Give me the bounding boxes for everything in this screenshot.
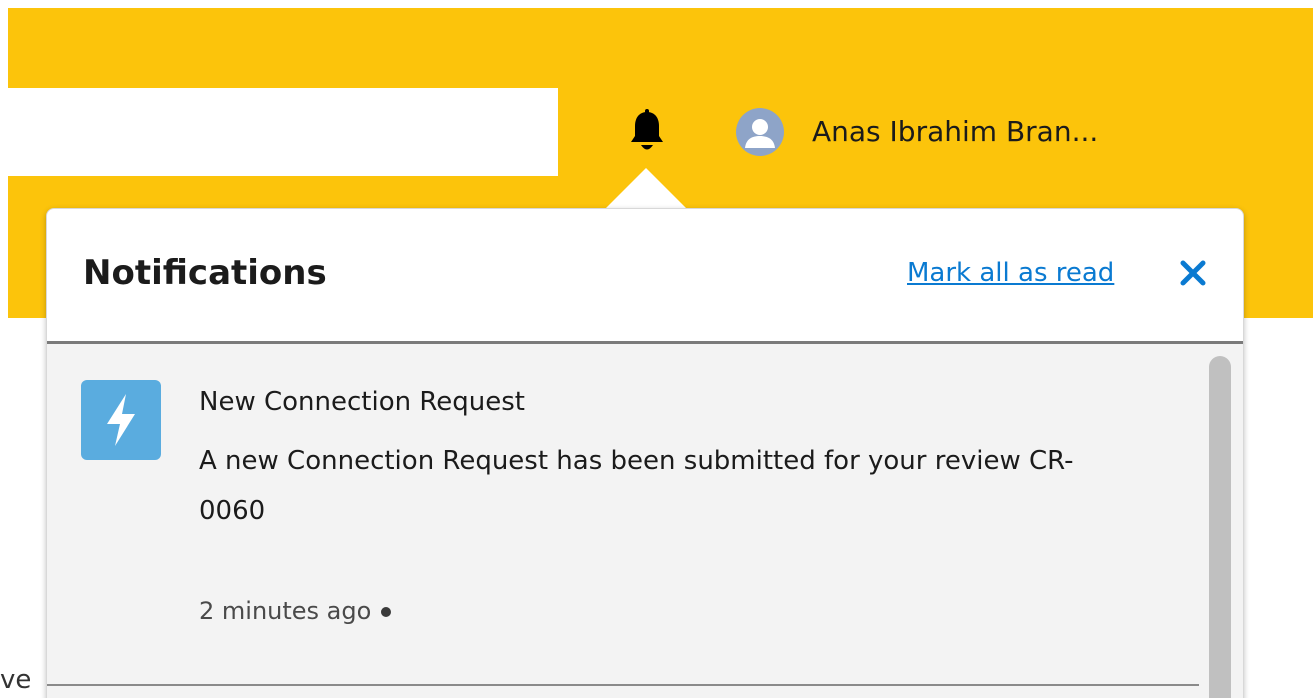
lightning-bolt-icon <box>81 380 161 460</box>
user-avatar-icon[interactable] <box>736 108 784 156</box>
mark-all-read-link[interactable]: Mark all as read <box>907 255 1114 291</box>
notification-body: A new Connection Request has been submit… <box>199 446 1074 526</box>
scrollbar-thumb[interactable] <box>1209 356 1231 698</box>
notifications-panel-header: Notifications Mark all as read <box>47 209 1243 344</box>
notification-title: New Connection Request <box>199 387 525 417</box>
left-edge <box>0 0 8 698</box>
panel-title: Notifications <box>83 253 327 293</box>
notifications-panel: Notifications Mark all as read New Conne… <box>46 208 1244 698</box>
page-text-fragment: ve <box>0 665 32 695</box>
popover-arrow <box>604 168 688 210</box>
notification-time-text: 2 minutes ago <box>199 597 372 625</box>
user-name[interactable]: Anas Ibrahim Bran... <box>812 112 1098 152</box>
top-edge <box>0 0 1313 8</box>
unread-dot-icon <box>381 607 392 617</box>
bell-icon[interactable] <box>628 108 666 156</box>
notifications-list[interactable]: New Connection Request A new Connection … <box>47 344 1243 698</box>
search-input[interactable] <box>8 88 558 176</box>
app-page: Anas Ibrahim Bran... ve Notifications Ma… <box>0 0 1313 698</box>
notification-item[interactable]: New Connection Request A new Connection … <box>47 344 1199 686</box>
close-icon[interactable] <box>1175 255 1211 291</box>
notification-timestamp: 2 minutes ago <box>199 594 392 628</box>
